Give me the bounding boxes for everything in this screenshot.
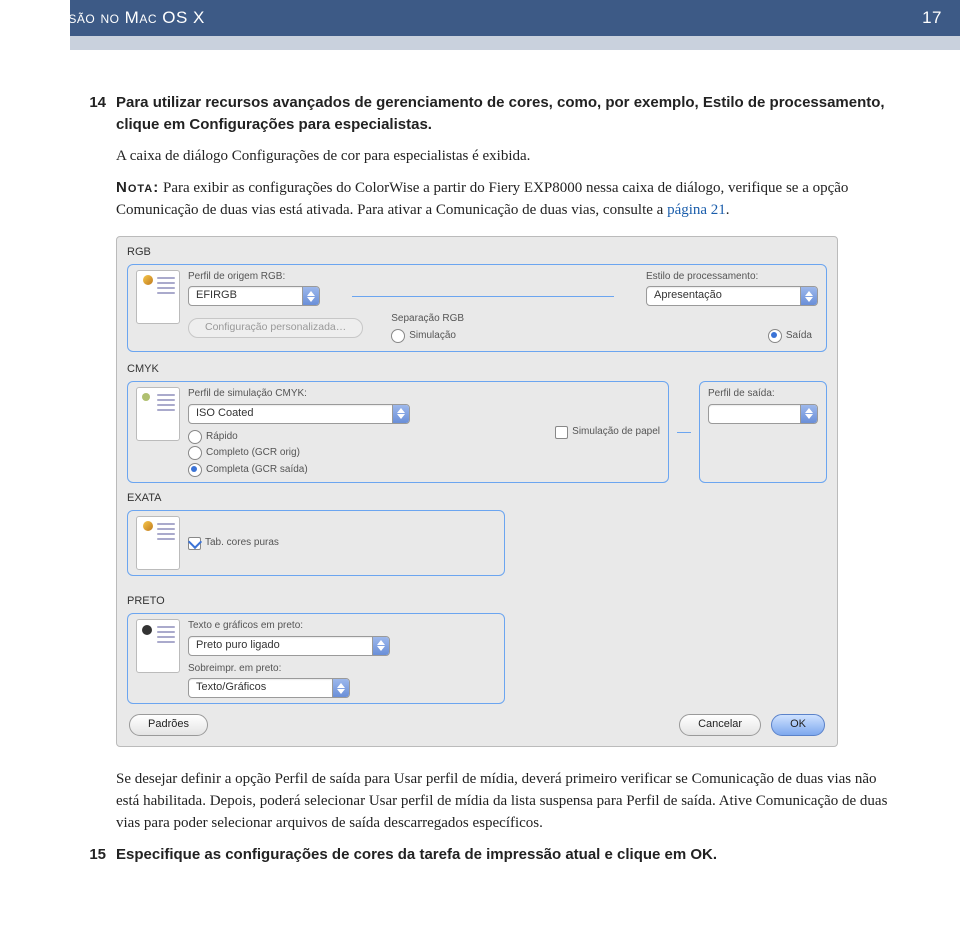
preto-ovr-label: Sobreimpr. em preto: xyxy=(188,662,390,677)
cancel-button[interactable]: Cancelar xyxy=(679,714,761,736)
output-profile-label: Perfil de saída: xyxy=(708,387,818,402)
followup2: Se desejar definir a opção Perfil de saí… xyxy=(116,769,890,834)
cmyk-rapid-radio[interactable]: Rápido xyxy=(188,430,527,445)
step15-num: 15 xyxy=(70,844,116,866)
note-text-after: . xyxy=(726,202,730,218)
defaults-button[interactable]: Padrões xyxy=(129,714,208,736)
updown-icon xyxy=(372,637,389,655)
step15-text: Especifique as configurações de cores da… xyxy=(116,844,890,866)
rgb-sep-sim-radio[interactable]: Simulação xyxy=(391,329,456,344)
preto-ovr-popup[interactable]: Texto/Gráficos xyxy=(188,678,350,698)
cmyk-thumb xyxy=(136,387,180,441)
updown-icon xyxy=(392,405,409,423)
preto-thumb xyxy=(136,619,180,673)
rgb-src-label: Perfil de origem RGB: xyxy=(188,270,320,285)
preto-txt-label: Texto e gráficos em preto: xyxy=(188,619,390,634)
step14-text: Para utilizar recursos avançados de gere… xyxy=(116,92,890,136)
page-number: 17 xyxy=(922,8,942,28)
followup-text: A caixa de diálogo Configurações de cor … xyxy=(116,146,890,168)
rgb-style-label: Estilo de processamento: xyxy=(646,270,818,285)
note-block: Nota: Para exibir as configurações do Co… xyxy=(116,177,890,222)
output-profile-popup[interactable] xyxy=(708,404,818,424)
exata-tag: EXATA xyxy=(127,491,827,510)
updown-icon xyxy=(800,405,817,423)
cmyk-sim-label: Perfil de simulação CMYK: xyxy=(188,387,527,402)
rgb-sep-out-radio[interactable]: Saída xyxy=(768,329,812,344)
preto-tag: PRETO xyxy=(127,594,827,613)
rgb-tag: RGB xyxy=(127,245,827,264)
updown-icon xyxy=(800,287,817,305)
custom-config-button: Configuração personalizada… xyxy=(188,318,363,338)
exata-check[interactable]: Tab. cores puras xyxy=(188,536,279,551)
cmyk-tag: CMYK xyxy=(127,362,827,381)
updown-icon xyxy=(332,679,349,697)
cmyk-complete-out-radio[interactable]: Completa (GCR saída) xyxy=(188,463,527,478)
paper-sim-check[interactable]: Simulação de papel xyxy=(555,425,660,440)
note-label: Nota: xyxy=(116,179,159,196)
note-link[interactable]: página 21 xyxy=(667,202,726,218)
preto-txt-popup[interactable]: Preto puro ligado xyxy=(188,636,390,656)
updown-icon xyxy=(302,287,319,305)
exata-thumb xyxy=(136,516,180,570)
color-settings-dialog: RGB Perfil de origem RGB: EFIRGB xyxy=(116,236,838,747)
cmyk-complete-orig-radio[interactable]: Completo (GCR orig) xyxy=(188,446,527,461)
step14-num: 14 xyxy=(70,92,116,136)
note-text-before: Para exibir as configurações do ColorWis… xyxy=(116,180,848,218)
rgb-sep-label: Separação RGB xyxy=(391,312,818,327)
rgb-style-popup[interactable]: Apresentação xyxy=(646,286,818,306)
rgb-thumb xyxy=(136,270,180,324)
ok-button[interactable]: OK xyxy=(771,714,825,736)
rgb-src-popup[interactable]: EFIRGB xyxy=(188,286,320,306)
cmyk-sim-popup[interactable]: ISO Coated xyxy=(188,404,410,424)
